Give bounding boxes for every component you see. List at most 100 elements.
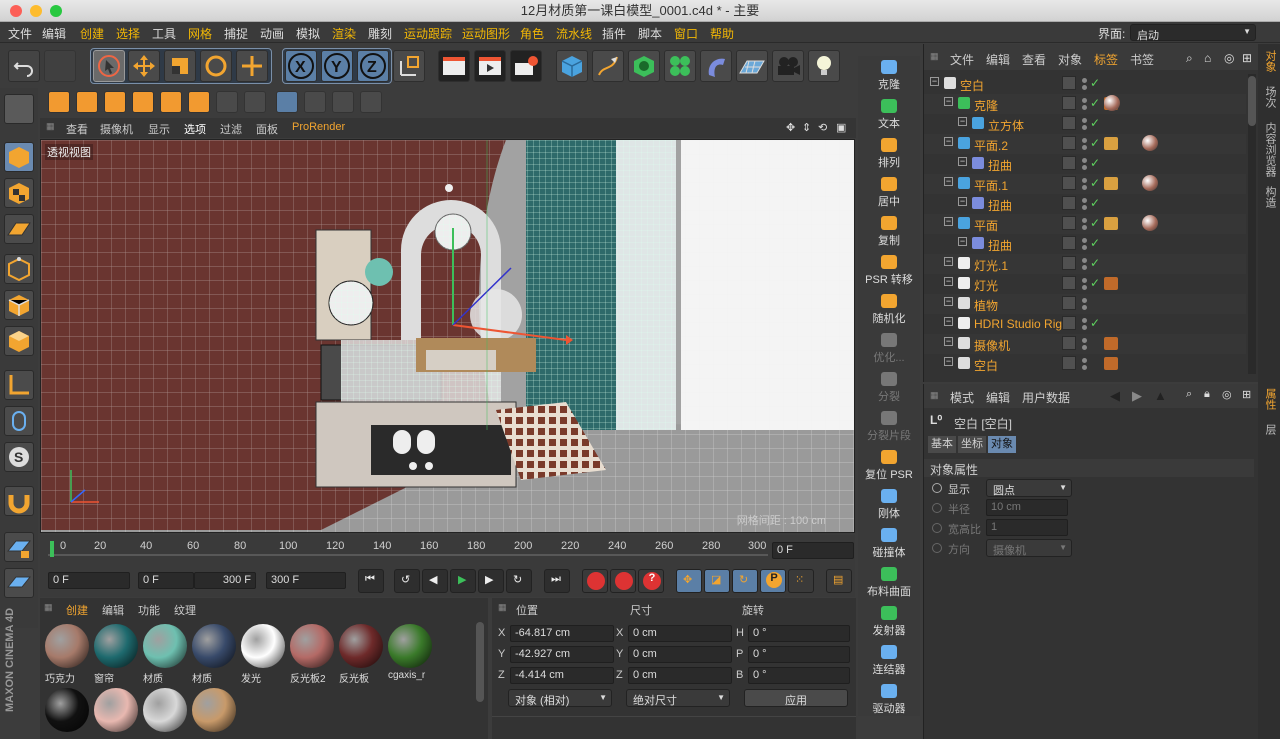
enabled-check-icon[interactable]: ✓ — [1090, 156, 1100, 170]
menu-help[interactable]: 帮助 — [710, 25, 734, 42]
layer-color-icon[interactable] — [1062, 256, 1076, 270]
radio-icon[interactable] — [932, 483, 942, 493]
enabled-check-icon[interactable]: ✓ — [1090, 96, 1100, 110]
menu-edit[interactable]: 编辑 — [42, 25, 66, 42]
radio-icon[interactable] — [932, 523, 942, 533]
expand-toggle-icon[interactable]: − — [944, 217, 953, 226]
obj-menu-tags[interactable]: 标签 — [1094, 51, 1118, 68]
menu-mograph[interactable]: 运动图形 — [462, 25, 510, 42]
expand-toggle-icon[interactable]: − — [944, 137, 953, 146]
rot-b-field[interactable]: 0 ° — [748, 667, 850, 684]
material-swatch[interactable]: 反光板 — [338, 622, 386, 685]
enabled-check-icon[interactable]: ✓ — [1090, 276, 1100, 290]
attr-menu-mode[interactable]: 模式 — [950, 389, 974, 406]
search-icon[interactable]: ⌕ — [1186, 51, 1193, 66]
light-button[interactable] — [808, 50, 840, 82]
minimize-window-button[interactable] — [30, 5, 42, 17]
workplane-lock-button[interactable] — [4, 532, 34, 562]
back-arrow-icon[interactable]: ◀ — [1110, 388, 1120, 404]
object-name[interactable]: 摄像机 — [974, 337, 1010, 354]
attr-tab-coord[interactable]: 坐标 — [958, 436, 986, 453]
display-skeleton-button[interactable] — [360, 91, 382, 113]
expand-toggle-icon[interactable]: − — [944, 317, 953, 326]
layer-color-icon[interactable] — [1062, 356, 1076, 370]
menu-animate[interactable]: 动画 — [260, 25, 284, 42]
side-tab-structure[interactable]: 构造 — [1260, 186, 1278, 208]
expand-toggle-icon[interactable]: − — [944, 277, 953, 286]
live-selection-button[interactable] — [93, 50, 125, 82]
tag-icon[interactable] — [1104, 217, 1118, 230]
material-scrollbar[interactable] — [476, 622, 484, 702]
apply-button[interactable]: 应用 — [744, 689, 848, 707]
object-name[interactable]: 平面.1 — [974, 177, 1008, 194]
visibility-render-icon[interactable] — [1082, 325, 1087, 330]
autokey-button[interactable] — [610, 569, 636, 593]
material-swatch[interactable] — [45, 688, 89, 732]
visibility-editor-icon[interactable] — [1082, 118, 1087, 123]
viewport-menu-view[interactable]: 查看 — [66, 121, 88, 137]
palette-button[interactable]: PSR 转移 — [858, 255, 920, 287]
attr-menu-edit[interactable]: 编辑 — [986, 389, 1010, 406]
display-grid-button[interactable] — [276, 91, 298, 113]
enabled-check-icon[interactable]: ✓ — [1090, 76, 1100, 90]
side-tab-layers[interactable]: 层 — [1260, 424, 1278, 435]
visibility-render-icon[interactable] — [1082, 185, 1087, 190]
object-name[interactable]: 空白 — [960, 77, 984, 94]
radio-icon[interactable] — [932, 503, 942, 513]
expand-toggle-icon[interactable]: − — [958, 197, 967, 206]
enabled-check-icon[interactable]: ✓ — [1090, 216, 1100, 230]
visibility-render-icon[interactable] — [1082, 85, 1087, 90]
object-name[interactable]: 平面 — [974, 217, 998, 234]
visibility-render-icon[interactable] — [1082, 265, 1087, 270]
tag-icon[interactable] — [1104, 277, 1118, 290]
object-name[interactable]: 立方体 — [988, 117, 1024, 134]
axis-mode-button[interactable] — [4, 370, 34, 400]
visibility-editor-icon[interactable] — [1082, 138, 1087, 143]
floor-button[interactable] — [736, 50, 768, 82]
rotate-button[interactable] — [200, 50, 232, 82]
wire-sphere2-tool-button[interactable] — [244, 91, 266, 113]
range-start-field[interactable]: 0 F — [138, 572, 194, 589]
menu-script[interactable]: 脚本 — [638, 25, 662, 42]
magnet-button[interactable] — [4, 486, 34, 516]
attr-aspect-field[interactable]: 1 — [986, 519, 1068, 536]
obj-menu-object[interactable]: 对象 — [1058, 51, 1082, 68]
object-name[interactable]: 扭曲 — [988, 197, 1012, 214]
new-window-icon[interactable]: ⊞ — [1242, 388, 1251, 401]
home-icon[interactable]: ⌂ — [1204, 51, 1211, 65]
palette-button[interactable]: 分裂 — [858, 372, 920, 404]
attr-tab-basic[interactable]: 基本 — [928, 436, 956, 453]
menu-tools[interactable]: 工具 — [152, 25, 176, 42]
viewport-toggle-icon[interactable]: ▣ — [836, 121, 846, 134]
start-frame-field[interactable]: 0 F — [48, 572, 130, 589]
timeline-window-button[interactable]: ▤ — [826, 569, 852, 593]
sphere-cross-tool-button[interactable] — [132, 91, 154, 113]
obj-menu-view[interactable]: 查看 — [1022, 51, 1046, 68]
visibility-editor-icon[interactable] — [1082, 318, 1087, 323]
visibility-editor-icon[interactable] — [1082, 158, 1087, 163]
material-menu-create[interactable]: 创建 — [66, 602, 88, 618]
undo-button[interactable] — [8, 50, 40, 82]
layer-color-icon[interactable] — [1062, 296, 1076, 310]
visibility-editor-icon[interactable] — [1082, 198, 1087, 203]
next-key-button[interactable]: ↻ — [506, 569, 532, 593]
expand-toggle-icon[interactable]: − — [930, 77, 939, 86]
side-tab-objects[interactable]: 对象 — [1260, 50, 1278, 72]
object-name[interactable]: 平面.2 — [974, 137, 1008, 154]
goto-end-button[interactable]: ⏭ — [544, 569, 570, 593]
search-icon[interactable]: ⌕ — [1186, 388, 1192, 401]
layer-color-icon[interactable] — [1062, 116, 1076, 130]
edges-mode-button[interactable] — [4, 290, 34, 320]
attr-display-select[interactable]: 圆点 ▼ — [986, 479, 1072, 497]
object-scrollbar-thumb[interactable] — [1248, 76, 1256, 126]
timeline[interactable]: 0 20 40 60 80 100 120 140 160 180 200 22… — [40, 535, 855, 567]
menu-sculpt[interactable]: 雕刻 — [368, 25, 392, 42]
workplane-align-button[interactable] — [4, 568, 34, 598]
palette-button[interactable]: 驱动器 — [858, 684, 920, 716]
rot-h-field[interactable]: 0 ° — [748, 625, 850, 642]
snap-button[interactable]: S — [4, 442, 34, 472]
layer-color-icon[interactable] — [1062, 176, 1076, 190]
sphere-tool-button[interactable] — [48, 91, 70, 113]
layer-color-icon[interactable] — [1062, 316, 1076, 330]
texture-mode-button[interactable] — [4, 178, 34, 208]
